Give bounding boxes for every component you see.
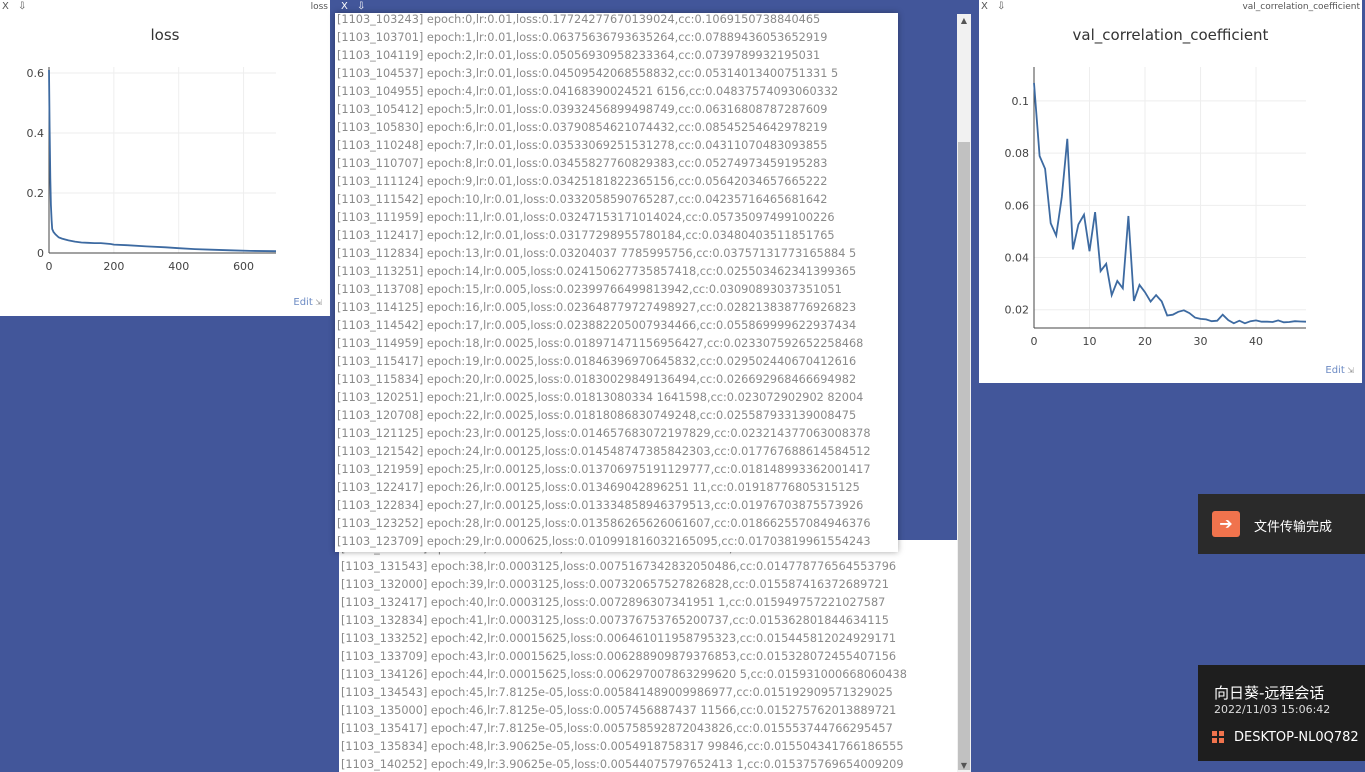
log-line: [1103_135417] epoch:47,lr:7.8125e-05,los… (341, 722, 893, 735)
y-tick-label: 0.02 (1005, 304, 1030, 317)
file-transfer-toast[interactable]: ➔ 文件传输完成 (1198, 494, 1365, 554)
log-line: [1103_110707] epoch:8,lr:0.01,loss:0.034… (337, 157, 828, 170)
log-line: [1103_132000] epoch:39,lr:0.0003125,loss… (341, 578, 889, 591)
session-host: DESKTOP-NL0Q782 (1234, 730, 1359, 745)
remote-session-toast[interactable]: 向日葵-远程会话 2022/11/03 15:06:42 DESKTOP-NL0… (1198, 665, 1365, 761)
log-popup[interactable]: [1103_103243] epoch:0,lr:0.01,loss:0.177… (335, 13, 898, 552)
log-pane-header-bar: X ⇩ (339, 0, 957, 14)
y-tick-label: 0.04 (1005, 252, 1030, 265)
x-tick-label: 30 (1194, 335, 1208, 348)
log-line: [1103_112417] epoch:12,lr:0.01,loss:0.03… (337, 229, 835, 242)
x-tick-label: 0 (1031, 335, 1038, 348)
x-tick-label: 600 (233, 260, 254, 273)
log-text-pane: [1103_131126] epoch:37,lr:0.0003125,loss… (339, 540, 957, 772)
y-tick-label: 0 (37, 247, 44, 260)
windows-icon (1212, 731, 1224, 743)
session-title: 向日葵-远程会话 (1214, 684, 1325, 702)
y-tick-label: 0.08 (1005, 147, 1030, 160)
scroll-down-icon[interactable]: ▼ (957, 761, 971, 770)
edit-link[interactable]: Edit ⇲ (293, 297, 322, 308)
log-line: [1103_135834] epoch:48,lr:3.90625e-05,lo… (341, 740, 904, 753)
log-line: [1103_105412] epoch:5,lr:0.01,loss:0.039… (337, 103, 828, 116)
cc-chart-plot: 0 10 20 30 40 0.02 0.04 0.06 0.08 0.1 (1005, 67, 1307, 348)
cc-chart: 0 10 20 30 40 0.02 0.04 0.06 0.08 0.1 (1005, 67, 1307, 348)
log-line: [1103_123709] epoch:29,lr:0.000625,loss:… (337, 535, 871, 548)
log-scrollbar[interactable]: ▲ ▼ (957, 14, 971, 772)
log-line: [1103_114542] epoch:17,lr:0.005,loss:0.0… (337, 319, 857, 332)
log-line: [1103_135000] epoch:46,lr:7.8125e-05,los… (341, 704, 897, 717)
log-line: [1103_113251] epoch:14,lr:0.005,loss:0.0… (337, 265, 857, 278)
log-line: [1103_121542] epoch:24,lr:0.00125,loss:0… (337, 445, 871, 458)
y-tick-label: 0.4 (27, 127, 45, 140)
log-line: [1103_133252] epoch:42,lr:0.00015625,los… (341, 632, 897, 645)
log-popup-list: [1103_103243] epoch:0,lr:0.01,loss:0.177… (335, 13, 871, 551)
log-line: [1103_121959] epoch:25,lr:0.00125,loss:0… (337, 463, 871, 476)
cc-pane: X ⇩ val_correlation_coefficient val_corr… (979, 0, 1362, 383)
resize-icon[interactable]: ⇲ (1345, 366, 1354, 375)
x-tick-label: 20 (1138, 335, 1152, 348)
log-line: [1103_111959] epoch:11,lr:0.01,loss:0.03… (337, 211, 835, 224)
arrow-right-icon: ➔ (1212, 511, 1240, 537)
x-tick-label: 0 (46, 260, 53, 273)
series-line (48, 69, 277, 253)
log-line: [1103_113708] epoch:15,lr:0.005,loss:0.0… (337, 283, 842, 296)
resize-icon[interactable]: ⇲ (313, 298, 322, 307)
edit-link[interactable]: Edit ⇲ (1325, 365, 1354, 376)
log-line: [1103_120251] epoch:21,lr:0.0025,loss:0.… (337, 391, 864, 404)
log-line: [1103_103243] epoch:0,lr:0.01,loss:0.177… (337, 13, 821, 26)
y-tick-label: 0.6 (27, 67, 45, 80)
log-line: [1103_133709] epoch:43,lr:0.00015625,los… (341, 650, 897, 663)
x-tick-label: 40 (1249, 335, 1263, 348)
log-line: [1103_105830] epoch:6,lr:0.01,loss:0.037… (337, 121, 828, 134)
pane-controls[interactable]: X ⇩ (341, 0, 368, 14)
log-line: [1103_103701] epoch:1,lr:0.01,loss:0.063… (337, 31, 828, 44)
log-line: [1103_104537] epoch:3,lr:0.01,loss:0.045… (337, 67, 839, 80)
log-line: [1103_104119] epoch:2,lr:0.01,loss:0.050… (337, 49, 821, 62)
log-line: [1103_121125] epoch:23,lr:0.00125,loss:0… (337, 427, 871, 440)
loss-chart: 0 200 400 600 0 0.2 0.4 0.6 (27, 67, 277, 273)
log-line: [1103_114959] epoch:18,lr:0.0025,loss:0.… (337, 337, 864, 350)
y-tick-label: 0.1 (1012, 95, 1030, 108)
log-list: [1103_131126] epoch:37,lr:0.0003125,loss… (339, 540, 907, 772)
log-line: [1103_122834] epoch:27,lr:0.00125,loss:0… (337, 499, 864, 512)
log-line: [1103_104955] epoch:4,lr:0.01,loss:0.041… (337, 85, 839, 98)
log-line: [1103_120708] epoch:22,lr:0.0025,loss:0.… (337, 409, 857, 422)
log-line: [1103_115417] epoch:19,lr:0.0025,loss:0.… (337, 355, 857, 368)
log-line: [1103_140252] epoch:49,lr:3.90625e-05,lo… (341, 758, 904, 771)
scroll-thumb[interactable] (958, 142, 970, 770)
log-line: [1103_114125] epoch:16,lr:0.005,loss:0.0… (337, 301, 857, 314)
series-line (1033, 82, 1307, 325)
log-line: [1103_123252] epoch:28,lr:0.00125,loss:0… (337, 517, 871, 530)
log-line: [1103_112834] epoch:13,lr:0.01,loss:0.03… (337, 247, 857, 260)
log-line: [1103_122417] epoch:26,lr:0.00125,loss:0… (337, 481, 860, 494)
log-line: [1103_115834] epoch:20,lr:0.0025,loss:0.… (337, 373, 857, 386)
x-tick-label: 10 (1083, 335, 1097, 348)
x-tick-label: 400 (168, 260, 189, 273)
scroll-up-icon[interactable]: ▲ (957, 16, 971, 25)
log-line: [1103_131543] epoch:38,lr:0.0003125,loss… (341, 560, 897, 573)
log-line: [1103_110248] epoch:7,lr:0.01,loss:0.035… (337, 139, 828, 152)
log-line: [1103_132834] epoch:41,lr:0.0003125,loss… (341, 614, 889, 627)
loss-pane: X ⇩ loss loss 0 200 400 600 0 0.2 0.4 0.6 Edit … (0, 0, 330, 316)
x-tick-label: 200 (103, 260, 124, 273)
log-line: [1103_111124] epoch:9,lr:0.01,loss:0.034… (337, 175, 828, 188)
log-line: [1103_134126] epoch:44,lr:0.00015625,los… (341, 668, 907, 681)
log-line: [1103_132417] epoch:40,lr:0.0003125,loss… (341, 596, 886, 609)
log-line: [1103_134543] epoch:45,lr:7.8125e-05,los… (341, 686, 893, 699)
toast-label: 文件传输完成 (1254, 520, 1333, 535)
log-line: [1103_111542] epoch:10,lr:0.01,loss:0.03… (337, 193, 828, 206)
y-tick-label: 0.06 (1005, 199, 1030, 212)
y-tick-label: 0.2 (27, 187, 45, 200)
edit-link-label: Edit (1325, 365, 1345, 376)
session-time: 2022/11/03 15:06:42 (1214, 703, 1331, 716)
edit-link-label: Edit (293, 297, 313, 308)
